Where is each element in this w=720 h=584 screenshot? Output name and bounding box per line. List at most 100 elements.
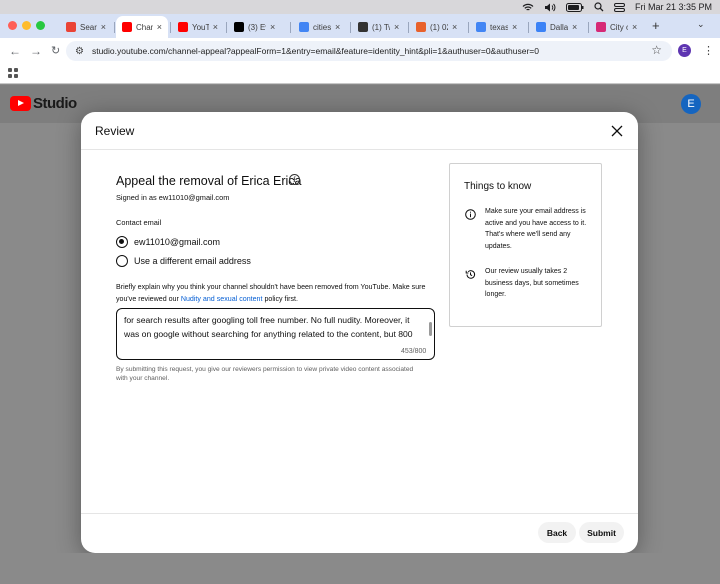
character-counter: 453/800 bbox=[401, 348, 427, 355]
textarea-scrollbar[interactable] bbox=[429, 322, 432, 336]
new-tab-button[interactable]: + bbox=[652, 18, 660, 33]
explain-text-suffix: policy first. bbox=[262, 294, 298, 303]
spotlight-search-icon[interactable] bbox=[594, 2, 604, 12]
info-icon bbox=[465, 207, 476, 220]
signed-in-text: Signed in as ew11010@gmail.com bbox=[116, 193, 230, 202]
url-text[interactable]: studio.youtube.com/channel-appeal?appeal… bbox=[92, 46, 539, 56]
reload-icon[interactable]: ↻ bbox=[51, 44, 60, 57]
card-title: Things to know bbox=[464, 181, 532, 192]
contact-email-label: Contact email bbox=[116, 218, 162, 227]
tab-title: Searc bbox=[80, 22, 97, 32]
tab-separator bbox=[226, 22, 227, 33]
browser-tab[interactable]: YouTu × bbox=[172, 16, 224, 38]
close-tab-icon[interactable]: × bbox=[512, 22, 517, 32]
close-tab-icon[interactable]: × bbox=[572, 22, 577, 32]
close-tab-icon[interactable]: × bbox=[335, 22, 340, 32]
browser-tab[interactable]: (1) 02 × bbox=[410, 16, 466, 38]
browser-tab[interactable]: cities × bbox=[293, 16, 348, 38]
bookmark-star-icon[interactable]: ☆ bbox=[651, 43, 662, 57]
close-tab-icon[interactable]: × bbox=[101, 22, 106, 32]
review-dialog: Review Appeal the removal of Erica Erica… bbox=[81, 112, 638, 553]
explain-instructions: Briefly explain why you think your chann… bbox=[116, 282, 436, 305]
tab-title: cities bbox=[313, 22, 331, 32]
d-icon bbox=[536, 22, 546, 32]
tab-title: (1) 02 bbox=[430, 22, 448, 32]
close-tab-icon[interactable]: × bbox=[632, 22, 637, 32]
appeal-reason-textarea[interactable]: for search results after googling toll f… bbox=[116, 308, 435, 360]
app-icon bbox=[416, 22, 426, 32]
appeal-heading: Appeal the removal of Erica Erica bbox=[116, 174, 302, 188]
tab-separator bbox=[528, 22, 529, 33]
browser-tab[interactable]: Chann × bbox=[116, 16, 168, 38]
mac-menubar: Fri Mar 21 3:35 PM bbox=[0, 0, 720, 14]
back-button[interactable]: Back bbox=[538, 522, 576, 543]
minimize-window-button[interactable] bbox=[22, 21, 31, 30]
address-bar[interactable]: ⚙ studio.youtube.com/channel-appeal?appe… bbox=[66, 41, 672, 61]
tab-separator bbox=[114, 22, 115, 33]
tab-title: texas bbox=[490, 22, 508, 32]
tab-separator bbox=[588, 22, 589, 33]
textarea-value[interactable]: for search results after googling toll f… bbox=[124, 315, 413, 339]
card-item-email: Make sure your email address is active a… bbox=[485, 208, 587, 250]
close-icon[interactable] bbox=[610, 124, 624, 138]
control-center-icon[interactable] bbox=[613, 2, 625, 12]
tab-separator bbox=[170, 22, 171, 33]
instagram-icon bbox=[596, 22, 606, 32]
browser-tab[interactable]: Searc × bbox=[60, 16, 112, 38]
submit-button[interactable]: Submit bbox=[579, 522, 624, 543]
back-nav-icon[interactable]: ← bbox=[9, 44, 21, 58]
gmail-icon bbox=[66, 22, 76, 32]
close-tab-icon[interactable]: × bbox=[270, 22, 275, 32]
close-tab-icon[interactable]: × bbox=[452, 22, 457, 32]
radio-different-email[interactable] bbox=[116, 255, 128, 267]
tab-title: YouTu bbox=[192, 22, 209, 32]
close-window-button[interactable] bbox=[8, 21, 17, 30]
browser-tab[interactable]: (3) Ev × bbox=[228, 16, 288, 38]
battery-icon[interactable] bbox=[565, 2, 584, 12]
nudity-policy-link[interactable]: Nudity and sexual content bbox=[181, 295, 263, 303]
radio-current-email-label[interactable]: ew11010@gmail.com bbox=[134, 237, 220, 247]
page-backdrop bbox=[0, 553, 720, 584]
youtube-icon bbox=[122, 22, 132, 32]
history-icon bbox=[465, 267, 476, 279]
site-settings-icon[interactable]: ⚙ bbox=[75, 46, 84, 57]
browser-toolbar: ← → ↻ ⚙ studio.youtube.com/channel-appea… bbox=[0, 38, 720, 64]
tab-title: Dalla bbox=[550, 22, 568, 32]
volume-icon[interactable] bbox=[544, 3, 556, 12]
browser-menu-icon[interactable]: ⋮ bbox=[703, 44, 714, 57]
info-icon[interactable]: i bbox=[289, 174, 300, 185]
tab-separator bbox=[408, 22, 409, 33]
footer-divider bbox=[81, 513, 638, 514]
forward-nav-icon[interactable]: → bbox=[30, 44, 42, 58]
dialog-title: Review bbox=[95, 124, 135, 138]
close-tab-icon[interactable]: × bbox=[394, 22, 399, 32]
radio-different-email-label[interactable]: Use a different email address bbox=[134, 256, 251, 266]
app-icon bbox=[358, 22, 368, 32]
close-tab-icon[interactable]: × bbox=[213, 22, 218, 32]
apps-grid-icon[interactable] bbox=[8, 68, 18, 78]
channel-avatar[interactable]: E bbox=[681, 94, 701, 114]
browser-tab[interactable]: (1) Tw × bbox=[352, 16, 406, 38]
google-icon bbox=[476, 22, 486, 32]
permission-disclaimer: By submitting this request, you give our… bbox=[116, 366, 414, 382]
radio-current-email[interactable] bbox=[116, 236, 128, 248]
close-tab-icon[interactable]: × bbox=[157, 22, 162, 32]
browser-tab[interactable]: City o × bbox=[590, 16, 648, 38]
x-icon bbox=[234, 22, 244, 32]
menubar-datetime[interactable]: Fri Mar 21 3:35 PM bbox=[635, 2, 712, 12]
tab-separator bbox=[350, 22, 351, 33]
tab-title: City o bbox=[610, 22, 628, 32]
youtube-logo-icon bbox=[10, 96, 31, 111]
header-divider bbox=[81, 149, 638, 150]
browser-profile-avatar[interactable]: E bbox=[678, 44, 691, 57]
menubar-status-area: Fri Mar 21 3:35 PM bbox=[522, 1, 712, 13]
window-controls bbox=[8, 21, 45, 30]
tab-title: (3) Ev bbox=[248, 22, 266, 32]
wifi-icon[interactable] bbox=[522, 3, 534, 12]
browser-tab[interactable]: Dalla × bbox=[530, 16, 586, 38]
zoom-window-button[interactable] bbox=[36, 21, 45, 30]
tab-title: Chann bbox=[136, 22, 153, 32]
browser-tab[interactable]: texas × bbox=[470, 16, 526, 38]
tab-search-chevron-icon[interactable]: ⌄ bbox=[697, 19, 705, 30]
bookmarks-bar bbox=[0, 64, 720, 84]
